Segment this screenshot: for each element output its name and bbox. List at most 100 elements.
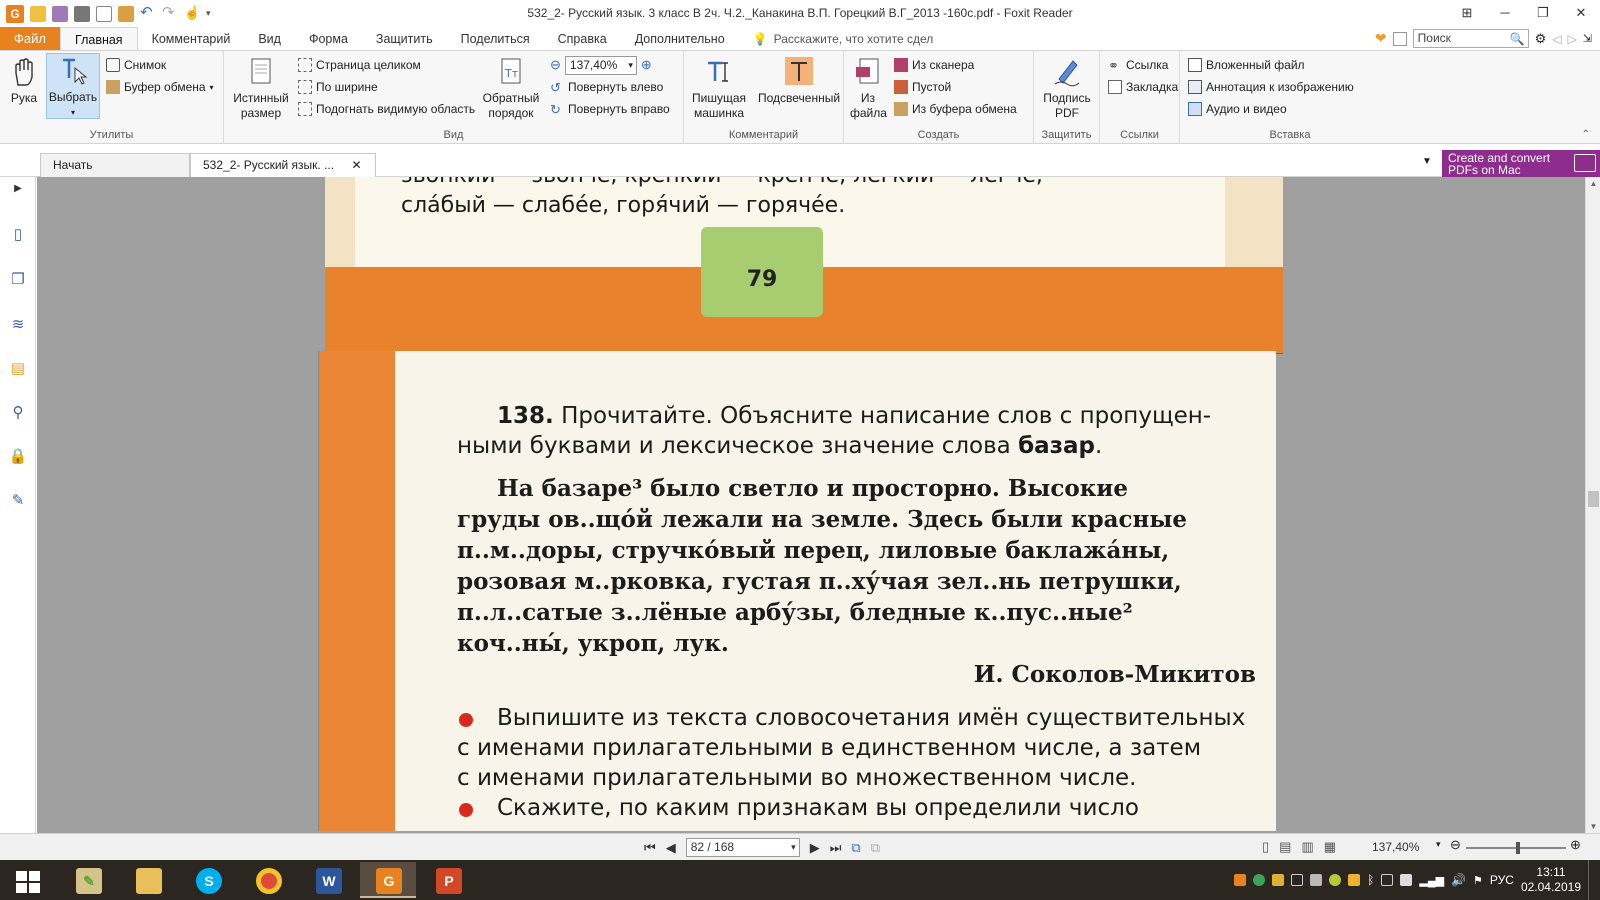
rotate-right-button[interactable]: ↻ Повернуть вправо — [550, 99, 670, 119]
menu-tab-comment[interactable]: Комментарий — [138, 27, 245, 50]
menu-tab-form[interactable]: Форма — [295, 27, 362, 50]
first-page-icon[interactable]: ⏮ — [644, 840, 656, 856]
tray-sync-icon[interactable] — [1253, 874, 1266, 886]
promo-banner[interactable]: Create and convert PDFs on Mac — [1442, 150, 1600, 177]
volume-icon[interactable]: 🔊 — [1451, 873, 1466, 887]
foxit-logo-icon[interactable]: G — [6, 4, 24, 23]
taskbar-word[interactable]: W — [300, 862, 356, 898]
menu-tab-view[interactable]: Вид — [244, 27, 295, 50]
bookmark-button[interactable]: Закладка — [1108, 77, 1178, 97]
zoom-input[interactable]: 137,40% ▾ — [564, 55, 637, 75]
signature-panel-icon[interactable]: ✎ — [8, 491, 28, 511]
highlight-button[interactable]: Подсвеченный — [756, 55, 842, 106]
link-button[interactable]: ⚭ Ссылка — [1108, 55, 1168, 75]
properties-icon[interactable] — [96, 5, 112, 22]
show-desktop-button[interactable] — [1588, 860, 1594, 900]
language-indicator[interactable]: РУС — [1490, 873, 1514, 887]
search-input[interactable]: Поиск 🔍 — [1412, 29, 1529, 48]
undo-icon[interactable]: ↶ — [140, 5, 156, 22]
from-scanner-button[interactable]: Из сканера — [894, 55, 974, 75]
close-tab-icon[interactable]: ✕ — [351, 158, 361, 172]
forward-icon[interactable]: ▷ — [1568, 32, 1577, 46]
heart-icon[interactable]: ❤ — [1375, 30, 1387, 47]
fit-page-button[interactable]: Страница целиком — [298, 55, 421, 75]
zoom-slider-knob[interactable] — [1516, 842, 1520, 854]
open-folder-icon[interactable] — [30, 5, 46, 22]
clipboard-dropdown-icon[interactable]: ▾ — [210, 83, 214, 92]
search-icon[interactable]: 🔍 — [1510, 31, 1525, 48]
tray-folder-icon[interactable] — [1272, 874, 1285, 886]
find-icon[interactable] — [1392, 31, 1407, 46]
expand-icon[interactable]: ⇲ — [1583, 32, 1592, 45]
zoom-in-icon[interactable]: ⊕ — [641, 57, 652, 73]
tell-me-box[interactable]: 💡 Расскажите, что хотите сдел — [739, 27, 934, 50]
start-button[interactable] — [0, 862, 56, 898]
previous-page-icon[interactable]: ◀ — [666, 840, 676, 856]
zoom-dropdown-status-icon[interactable]: ▾ — [1436, 839, 1441, 850]
tray-foxit-icon[interactable] — [1234, 874, 1247, 886]
attachments-panel-icon[interactable]: ⚲ — [8, 403, 28, 423]
settings-gear-icon[interactable]: ⚙ — [1535, 31, 1547, 47]
status-zoom-in-icon[interactable]: ⊕ — [1570, 837, 1581, 853]
taskbar-foxit[interactable]: G — [360, 862, 416, 898]
previous-view-icon[interactable]: ⧉ — [851, 840, 860, 856]
snapshot-button[interactable]: Снимок — [106, 55, 166, 75]
reverse-order-button[interactable]: Тт Обратный порядок — [482, 55, 540, 121]
minimize-button[interactable]: ─ — [1486, 0, 1524, 27]
vertical-scrollbar[interactable]: ▲ ▼ — [1585, 177, 1600, 833]
customize-toolbar-icon[interactable]: ▾ — [206, 8, 211, 19]
last-page-icon[interactable]: ⏭ — [830, 840, 842, 856]
audio-video-button[interactable]: Аудио и видео — [1188, 99, 1287, 119]
menu-file[interactable]: Файл — [0, 27, 60, 50]
layers-panel-icon[interactable]: ≋ — [8, 315, 28, 335]
select-tool-button[interactable]: Выбрать ▾ — [46, 53, 100, 119]
image-annotation-button[interactable]: Аннотация к изображению — [1188, 77, 1354, 97]
fit-width-button[interactable]: По ширине — [298, 77, 378, 97]
single-page-icon[interactable]: ▯ — [1262, 839, 1269, 855]
taskbar-powerpoint[interactable]: P — [420, 862, 476, 898]
sign-pdf-button[interactable]: Подпись PDF — [1038, 55, 1096, 121]
zoom-dropdown-icon[interactable]: ▾ — [628, 57, 633, 74]
maximize-button[interactable]: ❐ — [1524, 0, 1562, 27]
rotate-left-button[interactable]: ↺ Повернуть влево — [550, 77, 663, 97]
taskbar-chrome[interactable] — [240, 862, 296, 898]
tab-start[interactable]: Начать — [40, 153, 190, 177]
menu-tab-extras[interactable]: Дополнительно — [621, 27, 739, 50]
page-dropdown-icon[interactable]: ▾ — [791, 839, 796, 856]
clipboard-button[interactable]: Буфер обмена ▾ — [106, 77, 214, 97]
comments-panel-icon[interactable]: ▤ — [8, 359, 28, 379]
scrollbar-thumb[interactable] — [1588, 491, 1599, 507]
attachment-button[interactable]: Вложенный файл — [1188, 55, 1305, 75]
next-view-icon[interactable]: ⧉ — [871, 840, 880, 856]
status-zoom-out-icon[interactable]: ⊖ — [1450, 837, 1461, 853]
tray-battery-icon[interactable] — [1400, 874, 1413, 886]
security-lock-icon[interactable]: 🔒 — [8, 447, 28, 467]
expand-panel-icon[interactable]: ▶ — [8, 179, 28, 199]
taskbar-paint[interactable]: ✎ — [60, 862, 116, 898]
collapse-ribbon-icon[interactable]: ⌃ — [1582, 129, 1590, 140]
menu-tab-home[interactable]: Главная — [60, 27, 138, 50]
save-icon[interactable] — [52, 5, 68, 22]
menu-tab-help[interactable]: Справка — [544, 27, 621, 50]
redo-icon[interactable]: ↷ — [162, 5, 178, 22]
status-zoom-value[interactable]: 137,40% — [1372, 840, 1419, 854]
tray-antivirus-icon[interactable] — [1329, 874, 1342, 886]
document-view[interactable]: звонкий — звонче, крепкий — крепче, легк… — [37, 177, 1585, 833]
bluetooth-icon[interactable]: ᛒ — [1367, 873, 1374, 887]
zoom-out-icon[interactable]: ⊖ — [550, 57, 561, 73]
actual-size-button[interactable]: Истинный размер — [232, 55, 290, 121]
tray-updates-icon[interactable] — [1348, 874, 1361, 886]
facing-page-icon[interactable]: ▥ — [1301, 839, 1313, 855]
next-page-icon[interactable]: ▶ — [810, 840, 820, 856]
from-file-button[interactable]: Из файла — [850, 55, 887, 121]
restore-ribbon-icon[interactable]: ⊞ — [1448, 0, 1486, 27]
new-pdf-icon[interactable] — [118, 5, 134, 22]
hand-tool-button[interactable]: Рука — [4, 55, 44, 106]
fit-visible-button[interactable]: Подогнать видимую область — [298, 99, 475, 119]
tab-list-dropdown-icon[interactable]: ▼ — [1422, 156, 1432, 167]
continuous-page-icon[interactable]: ▤ — [1279, 839, 1291, 855]
print-icon[interactable] — [74, 5, 90, 22]
menu-tab-share[interactable]: Поделиться — [447, 27, 544, 50]
blank-button[interactable]: Пустой — [894, 77, 951, 97]
pages-panel-icon[interactable]: ❐ — [8, 270, 28, 290]
